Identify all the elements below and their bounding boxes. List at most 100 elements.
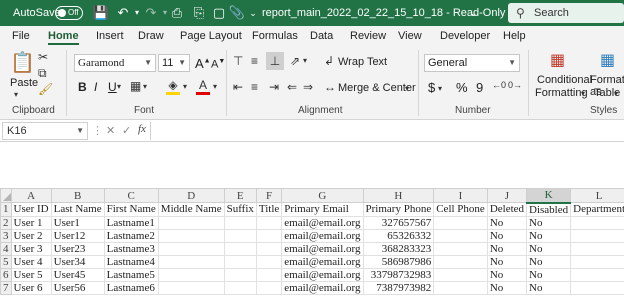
cell-j6[interactable]: No: [486, 267, 528, 282]
search-box[interactable]: ⚲ Search: [508, 3, 624, 23]
cell-i7[interactable]: [433, 280, 488, 295]
conditional-dropdown-icon[interactable]: ▾: [581, 89, 585, 98]
cell-b7[interactable]: User56: [50, 280, 105, 295]
column-header-k[interactable]: K: [526, 188, 572, 204]
shrink-font-button[interactable]: A▼: [211, 58, 225, 71]
cancel-icon[interactable]: ✕: [106, 124, 115, 137]
row-header[interactable]: 1: [0, 202, 12, 217]
row-header[interactable]: 2: [0, 215, 12, 230]
save-icon[interactable]: 💾: [92, 0, 110, 26]
cell-j5[interactable]: No: [486, 254, 528, 269]
cell-a5[interactable]: User 4: [10, 254, 52, 269]
cell-f3[interactable]: [255, 228, 283, 243]
cell-a4[interactable]: User 3: [10, 241, 52, 256]
currency-dropdown-icon[interactable]: ▾: [438, 84, 442, 93]
cell-c4[interactable]: Lastname3: [103, 241, 159, 256]
copy-icon[interactable]: ⧉: [38, 66, 47, 81]
cell-k1[interactable]: Disabled: [526, 202, 572, 217]
print-preview-icon[interactable]: ⎙: [168, 0, 186, 26]
cell-f1[interactable]: Title: [255, 202, 283, 217]
cell-d7[interactable]: [157, 280, 225, 295]
row-header[interactable]: 3: [0, 228, 12, 243]
cell-e5[interactable]: [223, 254, 257, 269]
align-right-icon[interactable]: ⇥: [269, 80, 279, 94]
cell-j7[interactable]: No: [486, 280, 528, 295]
form-icon[interactable]: ▢: [210, 0, 228, 26]
fill-color-icon[interactable]: ◈: [166, 78, 180, 95]
cell-f5[interactable]: [255, 254, 283, 269]
cell-e2[interactable]: [223, 215, 257, 230]
cell-i6[interactable]: [433, 267, 488, 282]
orientation-icon[interactable]: ⇗: [290, 54, 300, 68]
decrease-decimal-icon[interactable]: 0→: [508, 80, 522, 90]
cell-c3[interactable]: Lastname2: [103, 228, 159, 243]
column-header-d[interactable]: D: [157, 188, 225, 203]
tab-developer[interactable]: Developer: [440, 26, 490, 46]
underline-button[interactable]: U: [108, 80, 117, 94]
select-all-corner[interactable]: [0, 188, 12, 203]
tab-review[interactable]: Review: [350, 26, 386, 46]
tab-file[interactable]: File: [12, 26, 30, 46]
tab-insert[interactable]: Insert: [96, 26, 124, 46]
cell-h2[interactable]: 327657567: [362, 215, 435, 230]
cell-i3[interactable]: [433, 228, 488, 243]
cell-k3[interactable]: No: [526, 228, 572, 243]
cell-j3[interactable]: No: [486, 228, 528, 243]
merge-center-button[interactable]: Merge & Center: [338, 82, 416, 94]
wrap-text-icon[interactable]: ↲: [324, 54, 334, 68]
row-header[interactable]: 4: [0, 241, 12, 256]
cell-f2[interactable]: [255, 215, 283, 230]
cell-g7[interactable]: email@email.org: [281, 280, 364, 295]
font-color-dropdown-icon[interactable]: ▾: [213, 82, 217, 91]
formula-input[interactable]: [150, 122, 624, 140]
cell-c1[interactable]: First Name: [103, 202, 159, 217]
align-bottom-icon[interactable]: ⊥: [266, 52, 284, 70]
cell-d5[interactable]: [157, 254, 225, 269]
column-header-h[interactable]: H: [362, 188, 435, 203]
title-dropdown-icon[interactable]: ⌄: [470, 0, 478, 26]
name-box[interactable]: K16 ▼: [2, 122, 88, 140]
tab-home[interactable]: Home: [48, 26, 79, 46]
font-color-icon[interactable]: A: [196, 78, 210, 95]
column-header-b[interactable]: B: [50, 188, 105, 203]
quick-print-icon[interactable]: ⎘: [190, 0, 208, 26]
align-center-icon[interactable]: ≡: [251, 80, 258, 94]
cell-i1[interactable]: Cell Phone: [433, 202, 488, 217]
cell-h5[interactable]: 586987986: [362, 254, 435, 269]
cell-l2[interactable]: [570, 215, 624, 230]
cell-g1[interactable]: Primary Email: [281, 202, 364, 217]
cell-j1[interactable]: Deleted: [486, 202, 528, 217]
conditional-formatting-line2[interactable]: Formatting: [535, 87, 588, 99]
format-painter-icon[interactable]: 🖌: [38, 82, 53, 96]
column-header-g[interactable]: G: [281, 188, 364, 203]
cell-i2[interactable]: [433, 215, 488, 230]
number-format-select[interactable]: General ▼: [424, 54, 520, 72]
cell-b3[interactable]: User12: [50, 228, 105, 243]
bold-button[interactable]: B: [78, 80, 87, 94]
cell-i5[interactable]: [433, 254, 488, 269]
cell-e3[interactable]: [223, 228, 257, 243]
cell-g5[interactable]: email@email.org: [281, 254, 364, 269]
italic-button[interactable]: I: [94, 80, 97, 94]
align-top-icon[interactable]: ⊤: [233, 54, 243, 68]
align-left-icon[interactable]: ⇤: [233, 80, 243, 94]
cell-l6[interactable]: [570, 267, 624, 282]
conditional-formatting-line1[interactable]: Conditional: [537, 74, 592, 86]
enter-icon[interactable]: ✓: [122, 124, 131, 137]
cell-d4[interactable]: [157, 241, 225, 256]
tab-data[interactable]: Data: [310, 26, 333, 46]
align-middle-icon[interactable]: ≡: [251, 54, 258, 68]
merge-center-icon[interactable]: ↔: [324, 80, 336, 94]
cell-h6[interactable]: 33798732983: [362, 267, 435, 282]
underline-dropdown-icon[interactable]: ▾: [117, 82, 121, 91]
cell-h7[interactable]: 7387973982: [362, 280, 435, 295]
column-header-l[interactable]: L: [570, 188, 624, 203]
format-as-table-icon[interactable]: ▦: [600, 50, 615, 70]
cell-k5[interactable]: No: [526, 254, 572, 269]
cell-b6[interactable]: User45: [50, 267, 105, 282]
cell-b5[interactable]: User34: [50, 254, 105, 269]
format-as-table-dropdown-icon[interactable]: ▾: [614, 89, 618, 98]
cell-k4[interactable]: No: [526, 241, 572, 256]
comma-style-button[interactable]: 9: [476, 80, 483, 95]
cell-l5[interactable]: [570, 254, 624, 269]
